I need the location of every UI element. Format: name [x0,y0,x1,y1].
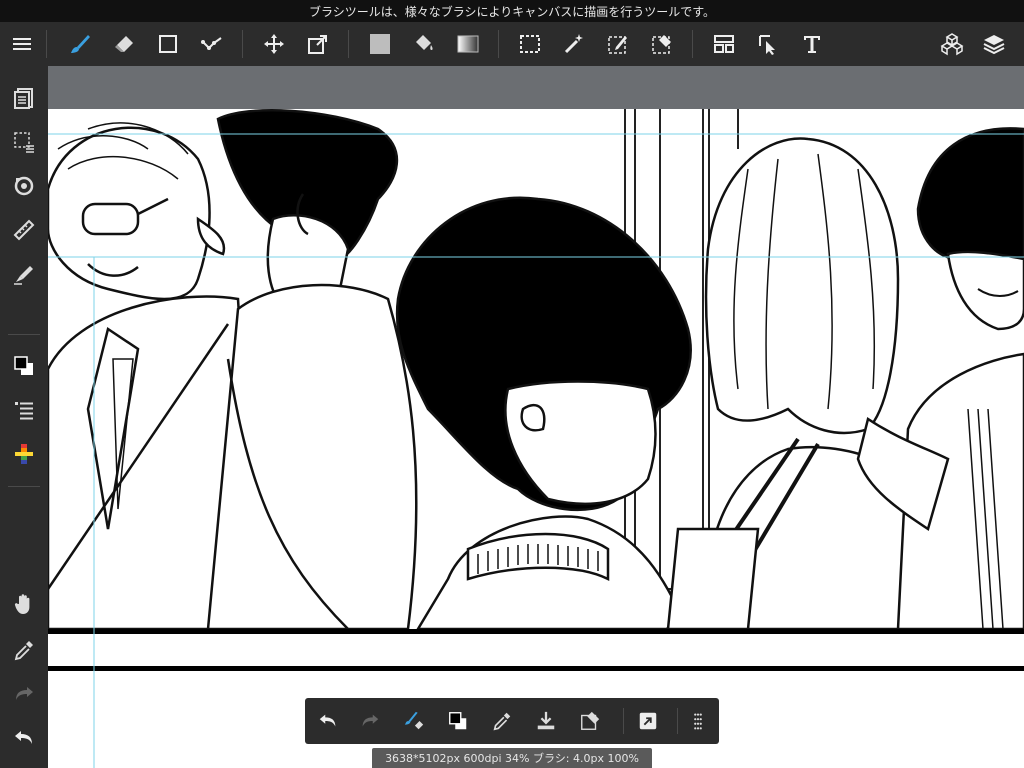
tool-tip-bar: ブラシツールは、様々なブラシによりキャンバスに描画を行うツールです。 [0,0,1024,22]
hand-icon [14,594,30,614]
transform-tool-button[interactable] [300,22,336,66]
quick-redo-button[interactable] [353,704,387,738]
status-bar: 3638*5102px 600dpi 34% ブラシ: 4.0px 100% [372,748,652,768]
external-icon [639,712,657,730]
select-eraser-icon [652,35,671,54]
gradient-icon [457,35,479,53]
color-palette-icon [15,444,33,464]
frame-divide-button[interactable] [706,22,742,66]
manga-artwork [48,109,1024,768]
color-swap-icon [449,712,467,730]
select-rect-icon [520,35,540,53]
transform-icon [308,35,327,54]
brush-list-icon [15,402,33,420]
3d-material-button[interactable] [934,22,970,66]
ruler-icon [13,219,35,241]
polyline-tool-button[interactable] [194,22,230,66]
select-pen-icon [608,36,627,54]
magic-wand-button[interactable] [556,22,592,66]
pen-style-icon [14,266,33,285]
brush-tool-button[interactable] [62,22,98,66]
pages-button[interactable] [6,80,42,116]
quick-access-bar [305,698,719,744]
canvas[interactable] [48,66,1024,768]
select-pen-button[interactable] [600,22,636,66]
rotate-icon [14,176,34,196]
import-icon [537,711,555,730]
top-toolbar [0,22,1024,66]
brush-list-button[interactable] [6,392,42,428]
text-tool-button[interactable] [794,22,830,66]
pages-icon [14,88,33,109]
brush-icon [71,35,90,53]
menu-icon [13,38,31,50]
bucket-tool-button[interactable] [406,22,442,66]
shape-tool-button[interactable] [150,22,186,66]
select-rect-button[interactable] [512,22,548,66]
polyline-icon [201,37,222,50]
magic-wand-icon [564,34,583,54]
tool-tip-text: ブラシツールは、様々なブラシによりキャンバスに描画を行うツールです。 [308,4,716,19]
operation-icon [759,35,775,55]
color-swap-icon [14,356,33,375]
external-button[interactable] [631,704,665,738]
menu-button[interactable] [4,22,40,66]
move-tool-button[interactable] [256,22,292,66]
layers-icon [983,35,1005,55]
eraser-icon [115,36,133,52]
quick-color-swap-button[interactable] [441,704,475,738]
layers-button[interactable] [976,22,1012,66]
undo-button[interactable] [6,720,42,756]
grid-menu-icon [694,713,702,730]
eyedropper-icon [14,641,33,661]
left-sidebar [0,66,48,768]
quick-undo-button[interactable] [311,704,345,738]
gradient-tool-button[interactable] [450,22,486,66]
redo-icon [16,687,33,700]
3d-icon [940,33,964,56]
fill-color-icon [370,34,390,54]
redo-button[interactable] [6,676,42,712]
eyedropper-icon [493,712,511,731]
shape-icon [159,35,177,53]
redo-icon [362,714,379,727]
import-button[interactable] [529,704,563,738]
quick-eyedropper-button[interactable] [485,704,519,738]
move-icon [264,34,284,54]
eyedropper-button[interactable] [6,632,42,668]
status-text: 3638*5102px 600dpi 34% ブラシ: 4.0px 100% [385,752,639,765]
rotate-button[interactable] [6,168,42,204]
eraser-tool-button[interactable] [106,22,142,66]
bucket-icon [416,35,433,50]
selection-menu-button[interactable] [6,124,42,160]
canvas-margin [48,66,1024,109]
frame-divide-icon [714,35,734,53]
hand-tool-button[interactable] [6,586,42,622]
fill-color-button[interactable] [362,22,398,66]
undo-icon [319,714,336,727]
brush-eraser-toggle-button[interactable] [397,704,431,738]
eraser-selection-button[interactable] [573,704,607,738]
quick-menu-button[interactable] [681,704,715,738]
brush-eraser-toggle-icon [404,711,424,730]
eraser-selection-icon [581,711,600,730]
select-eraser-button[interactable] [644,22,680,66]
ruler-button[interactable] [6,212,42,248]
undo-icon [15,731,32,744]
color-palette-button[interactable] [6,436,42,472]
selection-menu-icon [14,132,34,153]
operation-tool-button[interactable] [750,22,786,66]
text-icon [804,36,820,53]
color-swap-button[interactable] [6,348,42,384]
pen-style-button[interactable] [6,256,42,292]
